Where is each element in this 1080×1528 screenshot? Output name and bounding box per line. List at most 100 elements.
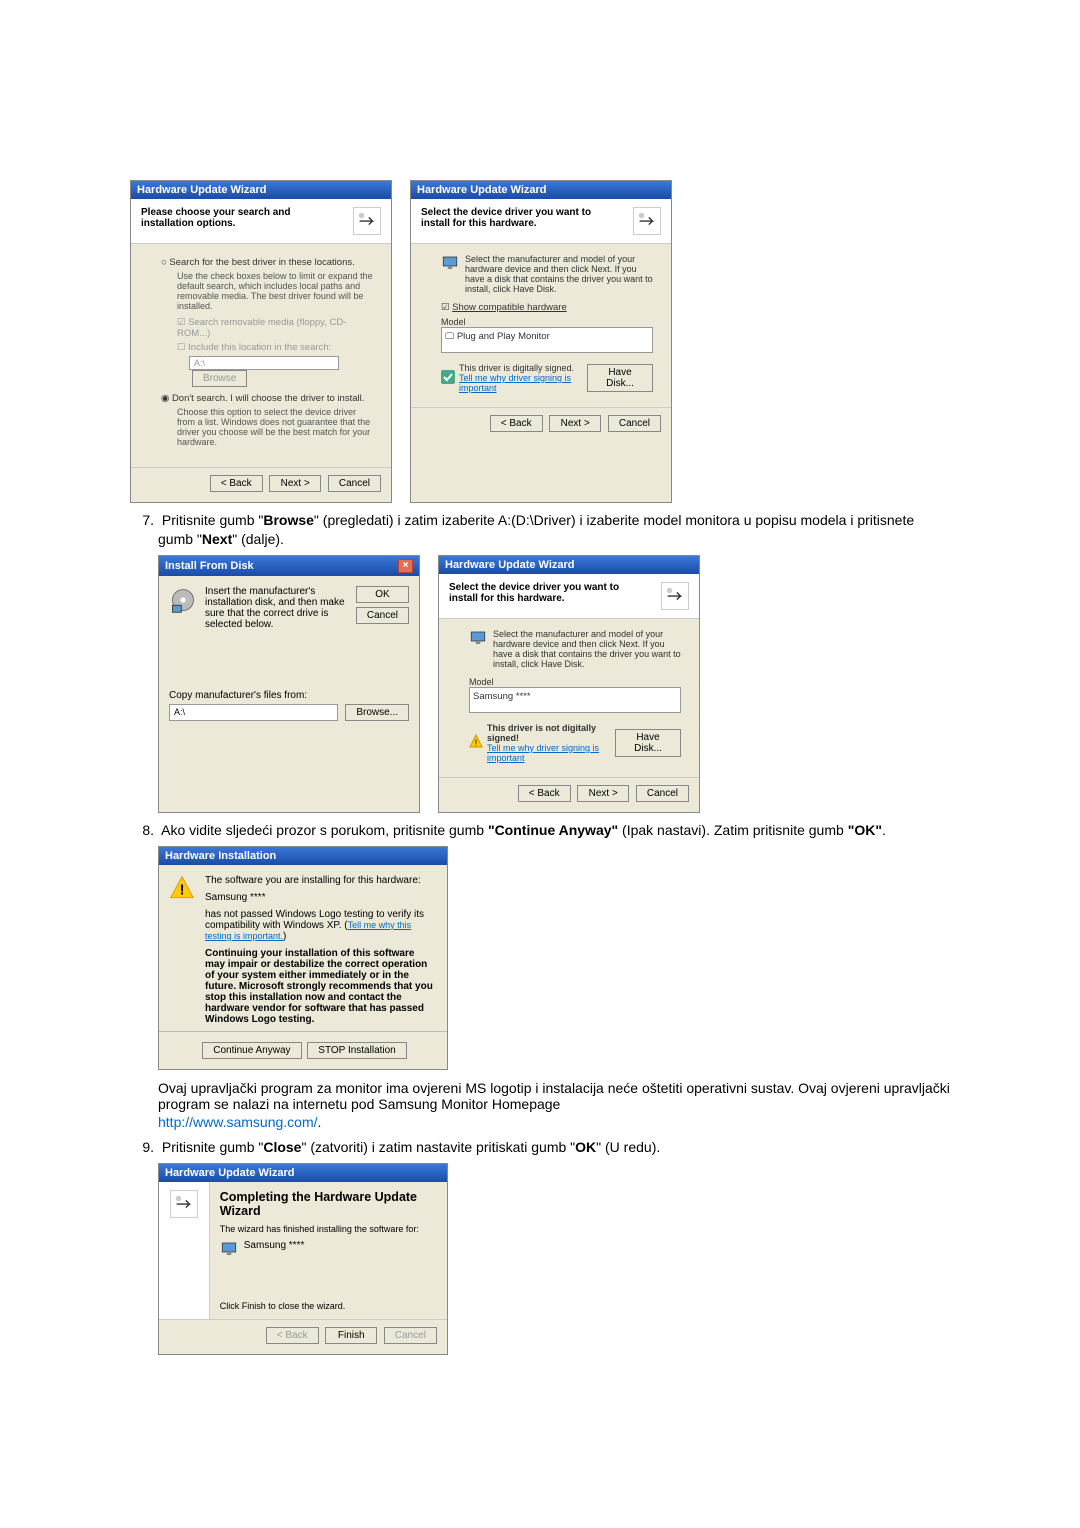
cancel-button[interactable]: Cancel xyxy=(356,607,409,624)
wizard-header-text: Select the device driver you want to ins… xyxy=(449,582,649,604)
completing-sub: The wizard has finished installing the s… xyxy=(220,1224,437,1234)
install-instruction: Insert the manufacturer's installation d… xyxy=(205,586,345,630)
browse-button[interactable]: Browse... xyxy=(345,704,409,721)
checkbox-include-location: ☐ Include this location in the search: xyxy=(177,342,373,353)
sig-link[interactable]: Tell me why driver signing is important xyxy=(487,743,599,763)
samsung-link[interactable]: http://www.samsung.com/ xyxy=(158,1114,318,1130)
dialog-title-text: Hardware Installation xyxy=(165,850,276,862)
next-button[interactable]: Next > xyxy=(549,415,601,432)
wizard-footer: < Back Next > Cancel xyxy=(439,777,699,812)
wizard-header-text: Select the device driver you want to ins… xyxy=(421,207,621,229)
finish-button[interactable]: Finish xyxy=(325,1327,377,1344)
copy-from-label: Copy manufacturer's files from: xyxy=(169,690,409,701)
monitor-icon xyxy=(469,629,487,669)
url-line: http://www.samsung.com/. xyxy=(158,1114,950,1130)
step-9-text: 9. Pritisnite gumb "Close" (zatvoriti) i… xyxy=(158,1138,950,1157)
hardware-installation-dialog: Hardware Installation ! The software you… xyxy=(158,846,448,1070)
next-button[interactable]: Next > xyxy=(269,475,321,492)
have-disk-button[interactable]: Have Disk... xyxy=(587,364,653,392)
wizard-header: Select the device driver you want to ins… xyxy=(411,199,671,244)
dialog-title-bar: Install From Disk × xyxy=(159,556,419,576)
warn-device-name: Samsung **** xyxy=(205,892,437,903)
continue-anyway-button[interactable]: Continue Anyway xyxy=(202,1042,301,1059)
monitor-icon xyxy=(441,254,459,294)
browse-button: Browse xyxy=(192,370,247,387)
wizard-icon xyxy=(353,207,381,235)
ok-button[interactable]: OK xyxy=(356,586,409,603)
not-signed-text: This driver is not digitally signed! xyxy=(487,723,611,743)
dialog-title-bar: Hardware Installation xyxy=(159,847,447,865)
wizard-footer: < Back Finish Cancel xyxy=(159,1319,447,1354)
install-from-disk-dialog: Install From Disk × Insert the manufactu… xyxy=(158,555,420,813)
completing-heading: Completing the Hardware Update Wizard xyxy=(220,1190,437,1218)
wizard-select-driver-1: Hardware Update Wizard Select the device… xyxy=(410,180,672,503)
have-disk-button[interactable]: Have Disk... xyxy=(615,729,681,757)
info-paragraph: Ovaj upravljački program za monitor ima … xyxy=(158,1080,950,1112)
wizard-body: Select the manufacturer and model of you… xyxy=(411,244,671,407)
wizard-body: Select the manufacturer and model of you… xyxy=(439,619,699,777)
wizard-header: Please choose your search and installati… xyxy=(131,199,391,244)
wizard-icon xyxy=(633,207,661,235)
back-button: < Back xyxy=(266,1327,319,1344)
wizard-instruction: Select the manufacturer and model of you… xyxy=(493,629,681,669)
path-combo[interactable] xyxy=(169,704,338,721)
svg-text:!: ! xyxy=(180,882,185,898)
dialog-title-text: Hardware Update Wizard xyxy=(445,559,575,571)
stop-installation-button[interactable]: STOP Installation xyxy=(307,1042,406,1059)
back-button[interactable]: < Back xyxy=(490,415,543,432)
wizard-body: Completing the Hardware Update Wizard Th… xyxy=(159,1182,447,1319)
dialog-title-bar: Hardware Update Wizard xyxy=(439,556,699,574)
back-button[interactable]: < Back xyxy=(210,475,263,492)
signed-text: This driver is digitally signed. xyxy=(459,363,583,373)
wizard-select-driver-2: Hardware Update Wizard Select the device… xyxy=(438,555,700,813)
monitor-icon xyxy=(220,1240,238,1261)
radio-search-best[interactable]: ○ Search for the best driver in these lo… xyxy=(161,257,373,268)
wizard-sidebar xyxy=(159,1182,210,1319)
divider xyxy=(159,1031,447,1032)
warn-line3: has not passed Windows Logo testing to v… xyxy=(205,909,437,942)
radio-sub-text-2: Choose this option to select the device … xyxy=(177,407,373,447)
dialog-body: Insert the manufacturer's installation d… xyxy=(159,576,419,731)
model-listbox[interactable]: Samsung **** xyxy=(469,687,681,713)
monitor-small-icon: 🖵 xyxy=(445,331,454,342)
step-8-text: 8. Ako vidite sljedeći prozor s porukom,… xyxy=(158,821,950,840)
wizard-footer: < Back Next > Cancel xyxy=(131,467,391,502)
dialog-body: ! The software you are installing for th… xyxy=(159,865,447,1069)
disk-icon xyxy=(169,586,197,614)
radio-sub-text: Use the check boxes below to limit or ex… xyxy=(177,271,373,311)
dialog-title-bar: Hardware Update Wizard xyxy=(159,1164,447,1182)
dialog-title-text: Hardware Update Wizard xyxy=(417,184,547,196)
back-button[interactable]: < Back xyxy=(518,785,571,802)
checkbox-removable-media: ☑ Search removable media (floppy, CD-ROM… xyxy=(177,317,373,339)
warning-icon: ! xyxy=(469,734,483,751)
close-icon[interactable]: × xyxy=(398,559,413,573)
wizard-instruction: Select the manufacturer and model of you… xyxy=(465,254,653,294)
signed-icon xyxy=(441,370,455,387)
wizard-icon xyxy=(661,582,689,610)
dialog-title-text: Hardware Update Wizard xyxy=(137,184,267,196)
wizard-search-options: Hardware Update Wizard Please choose you… xyxy=(130,180,392,503)
radio-dont-search[interactable]: ◉ Don't search. I will choose the driver… xyxy=(161,393,373,404)
click-finish-text: Click Finish to close the wizard. xyxy=(220,1301,437,1311)
wizard-header-text: Please choose your search and installati… xyxy=(141,207,341,229)
checkbox-show-compatible[interactable]: ☑ Show compatible hardware xyxy=(441,302,653,313)
warn-line1: The software you are installing for this… xyxy=(205,875,437,886)
model-label: Model xyxy=(469,677,681,687)
cancel-button[interactable]: Cancel xyxy=(608,415,661,432)
warn-paragraph: Continuing your installation of this sof… xyxy=(205,948,437,1025)
path-input: A:\ xyxy=(189,356,339,370)
cancel-button[interactable]: Cancel xyxy=(328,475,381,492)
wizard-header: Select the device driver you want to ins… xyxy=(439,574,699,619)
dialog-title-text: Hardware Update Wizard xyxy=(165,1167,295,1179)
wizard-completing: Hardware Update Wizard Completing the Ha… xyxy=(158,1163,448,1355)
model-listbox[interactable]: 🖵 Plug and Play Monitor xyxy=(441,327,653,353)
cancel-button[interactable]: Cancel xyxy=(636,785,689,802)
dialog-title-bar: Hardware Update Wizard xyxy=(131,181,391,199)
device-name: Samsung **** xyxy=(244,1240,305,1261)
svg-text:!: ! xyxy=(475,738,478,748)
sig-link[interactable]: Tell me why driver signing is important xyxy=(459,373,571,393)
next-button[interactable]: Next > xyxy=(577,785,629,802)
dialog-title-text: Install From Disk xyxy=(165,560,254,572)
cancel-button: Cancel xyxy=(384,1327,437,1344)
warning-icon: ! xyxy=(169,875,195,901)
